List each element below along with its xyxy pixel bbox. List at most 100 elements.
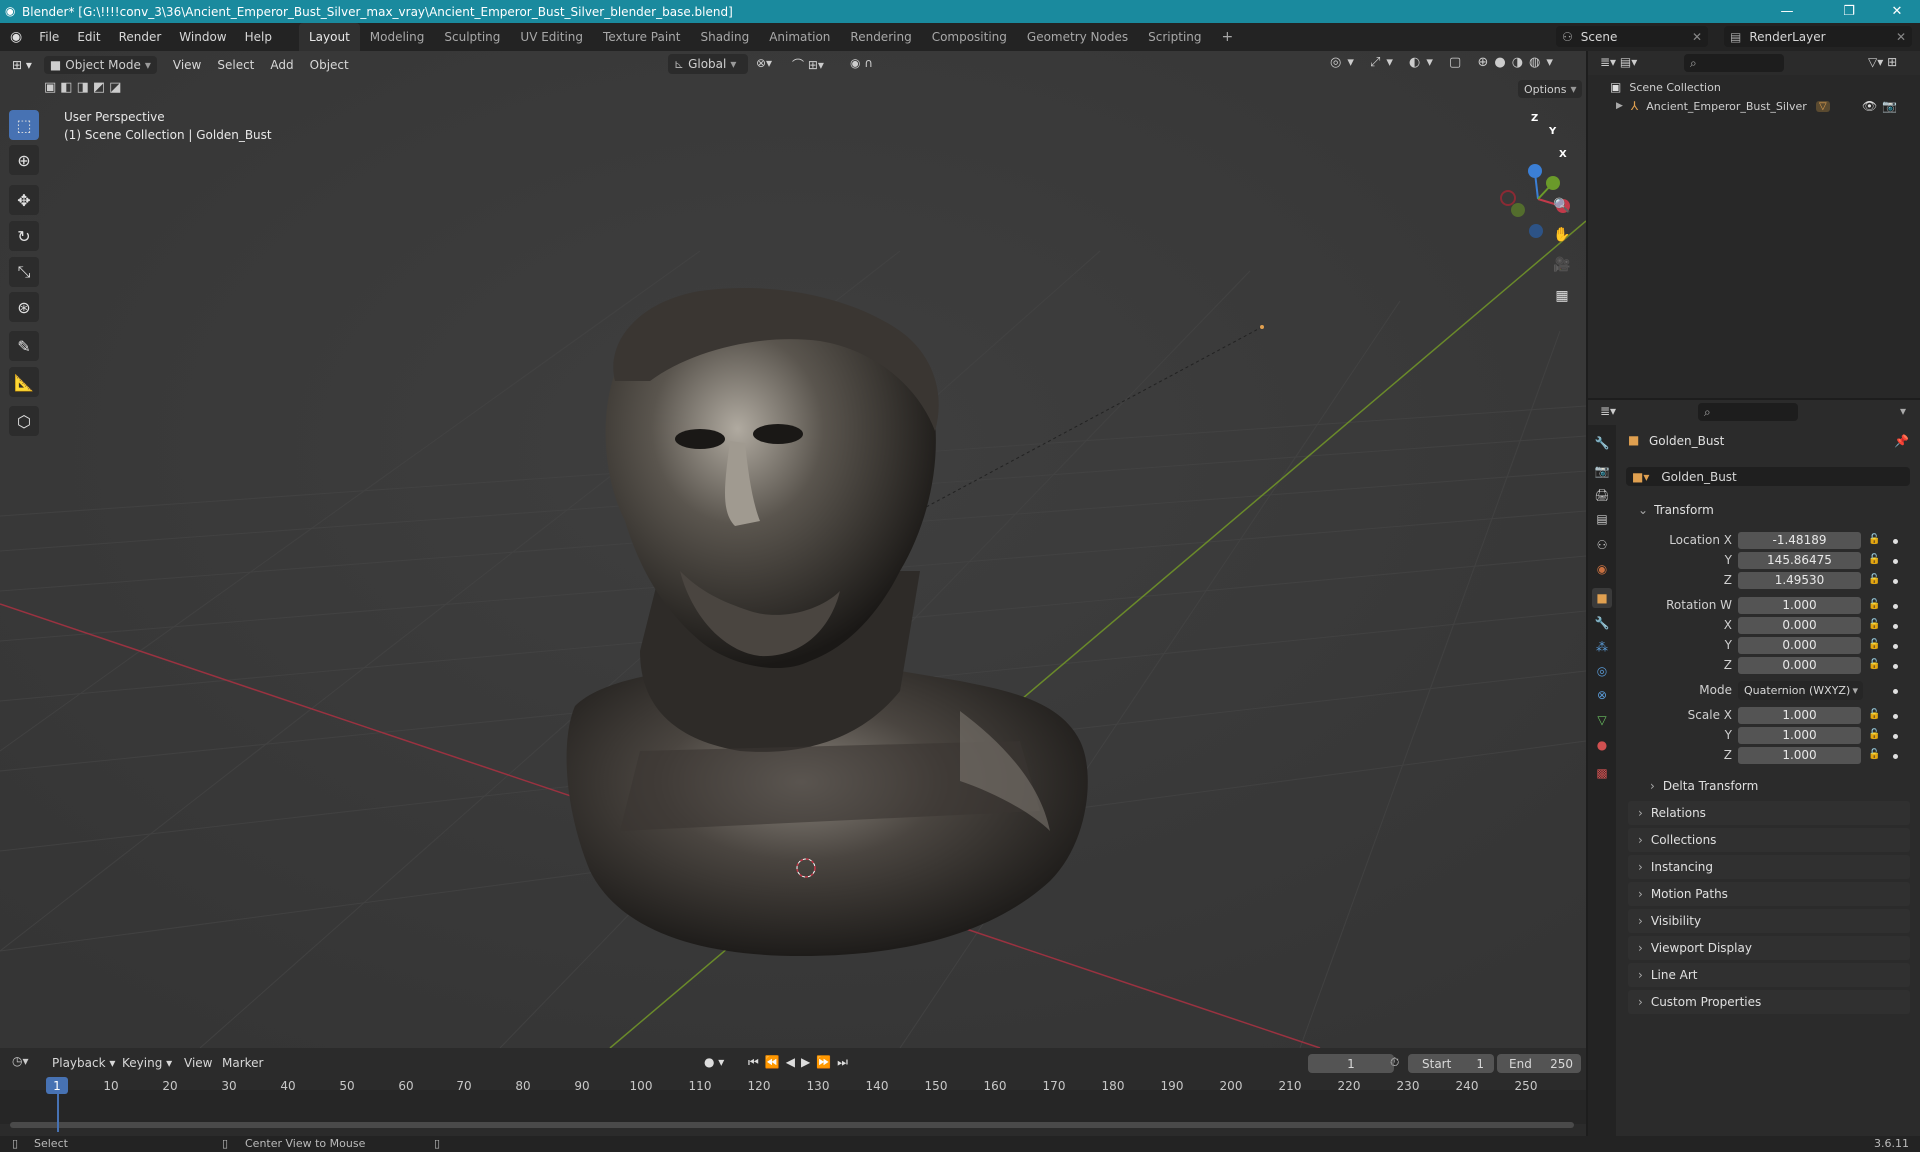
close-icon[interactable]: ✕	[1692, 30, 1702, 44]
timeline-menu-keying[interactable]: Keying ▾	[114, 1056, 180, 1070]
current-frame-field[interactable]: 1	[1308, 1054, 1394, 1073]
render-tab-icon[interactable]: 📷	[1592, 461, 1612, 481]
transform-orientation-dropdown[interactable]: ⊾ Global ▾	[668, 54, 748, 74]
pin-icon[interactable]: 📌	[1894, 434, 1909, 448]
keyframe-dot[interactable]	[1893, 734, 1898, 739]
workspace-tab-shading[interactable]: Shading	[690, 23, 759, 51]
lock-icon[interactable]: 🔓	[1868, 729, 1880, 741]
motion-paths-panel[interactable]: › Motion Paths	[1628, 882, 1910, 906]
texture-tab-icon[interactable]: ▩	[1592, 763, 1612, 783]
keyframe-dot[interactable]	[1893, 604, 1898, 609]
keyframe-dot[interactable]	[1893, 754, 1898, 759]
rotation-mode-dropdown[interactable]: Quaternion (WXYZ) ▾	[1738, 681, 1863, 700]
menu-help[interactable]: Help	[236, 23, 281, 51]
location-y-field[interactable]: 145.86475	[1738, 552, 1861, 569]
workspace-tab-compositing[interactable]: Compositing	[922, 23, 1017, 51]
timeline-menu-marker[interactable]: Marker	[214, 1056, 271, 1070]
rotation-y-field[interactable]: 0.000	[1738, 637, 1861, 654]
line-art-panel[interactable]: › Line Art	[1628, 963, 1910, 987]
lock-icon[interactable]: 🔓	[1868, 749, 1880, 761]
object-tab-icon[interactable]: ■	[1592, 588, 1612, 608]
location-x-field[interactable]: -1.48189	[1738, 532, 1861, 549]
data-tab-icon[interactable]: ▽	[1592, 710, 1612, 730]
scale-tool[interactable]: ⤡	[9, 257, 39, 287]
light-object[interactable]	[1260, 325, 1264, 329]
view-layer-selector[interactable]: ▤ RenderLayer ✕	[1724, 26, 1912, 47]
lock-icon[interactable]: 🔓	[1868, 709, 1880, 721]
viewport-display-panel[interactable]: › Viewport Display	[1628, 936, 1910, 960]
rotation-x-field[interactable]: 0.000	[1738, 617, 1861, 634]
visibility-panel[interactable]: › Visibility	[1628, 909, 1910, 933]
pan-button[interactable]: ✋	[1549, 222, 1575, 248]
filter-icon[interactable]: ▽▾ ⊞	[1868, 55, 1897, 69]
workspace-tab-scripting[interactable]: Scripting	[1138, 23, 1211, 51]
select-box-tool[interactable]: ⬚	[9, 110, 39, 140]
lock-icon[interactable]: 🔓	[1868, 599, 1880, 611]
scene-tab-icon[interactable]: ⚇	[1592, 535, 1612, 555]
properties-search-input[interactable]: ⌕	[1698, 403, 1798, 421]
workspace-tab-layout[interactable]: Layout	[298, 23, 360, 51]
workspace-tab-geometry-nodes[interactable]: Geometry Nodes	[1017, 23, 1138, 51]
keyframe-dot[interactable]	[1893, 714, 1898, 719]
menu-render[interactable]: Render	[110, 23, 171, 51]
blender-menu-icon[interactable]: ◉	[0, 29, 30, 45]
collections-panel[interactable]: › Collections	[1628, 828, 1910, 852]
workspace-tab-texture-paint[interactable]: Texture Paint	[593, 23, 690, 51]
viewport-menu-view[interactable]: View	[165, 58, 209, 72]
end-frame-field[interactable]: End 250	[1497, 1054, 1581, 1073]
pivot-point-icon[interactable]: ⊗▾	[756, 56, 772, 70]
lock-icon[interactable]: 🔓	[1868, 574, 1880, 586]
keyframe-dot[interactable]	[1893, 624, 1898, 629]
menu-file[interactable]: File	[30, 23, 68, 51]
keyframe-dot[interactable]	[1893, 644, 1898, 649]
outliner-search-input[interactable]: ⌕	[1684, 54, 1784, 72]
keyframe-dot[interactable]	[1893, 689, 1898, 694]
annotate-tool[interactable]: ✎	[9, 331, 39, 361]
scene-selector[interactable]: ⚇ Scene ✕	[1556, 26, 1708, 47]
particles-tab-icon[interactable]: ⁂	[1592, 637, 1612, 657]
lock-icon[interactable]: 🔓	[1868, 619, 1880, 631]
timeline-scrollbar[interactable]	[10, 1122, 1574, 1128]
viewport-3d[interactable]: Z X Y	[0, 51, 1586, 1048]
rotate-tool[interactable]: ↻	[9, 221, 39, 251]
keyframe-dot[interactable]	[1893, 664, 1898, 669]
object-name-field[interactable]: ■▾ Golden_Bust	[1626, 467, 1910, 486]
viewport-shading-controls[interactable]: ◎▾ ⤢▾ ◐▾ ▢ ⊕●◑◍▾	[1330, 55, 1559, 70]
constraints-tab-icon[interactable]: ⊗	[1592, 685, 1612, 705]
delta-transform-panel[interactable]: › Delta Transform	[1640, 774, 1910, 798]
keyframe-dot[interactable]	[1893, 539, 1898, 544]
workspace-tab-rendering[interactable]: Rendering	[840, 23, 921, 51]
stopwatch-icon[interactable]: ⏱	[1390, 1055, 1399, 1070]
viewport-menu-select[interactable]: Select	[209, 58, 262, 72]
eye-icon[interactable]: 👁	[1862, 99, 1877, 113]
expand-arrow-icon[interactable]: ▶	[1616, 101, 1623, 111]
viewport-canvas[interactable]	[0, 51, 1586, 1048]
lock-icon[interactable]: 🔓	[1868, 659, 1880, 671]
outliner-editor-icon[interactable]: ≣▾ ▤▾	[1600, 55, 1637, 69]
playback-controls[interactable]: ⏮⏪◀▶⏩⏭	[748, 1055, 854, 1070]
lock-icon[interactable]: 🔓	[1868, 534, 1880, 546]
workspace-tab-sculpting[interactable]: Sculpting	[434, 23, 510, 51]
properties-editor-icon[interactable]: ≣▾	[1600, 404, 1616, 418]
viewport-menu-object[interactable]: Object	[302, 58, 357, 72]
menu-window[interactable]: Window	[170, 23, 235, 51]
move-tool[interactable]: ✥	[9, 185, 39, 215]
camera-view-button[interactable]: 🎥	[1549, 252, 1575, 278]
record-button[interactable]: ● ▾	[704, 1055, 724, 1069]
proportional-edit-icon[interactable]: ◉ ∩	[850, 56, 873, 70]
tool-tab-icon[interactable]: 🔧	[1592, 433, 1612, 453]
outliner-row-scene-collection[interactable]: ▣ Scene Collection	[1610, 78, 1721, 96]
outliner[interactable]: ≣▾ ▤▾ ⌕ ▽▾ ⊞ ▣ Scene Collection ▶ ⅄ Anci…	[1588, 51, 1920, 398]
workspace-tab-animation[interactable]: Animation	[759, 23, 840, 51]
object-mode-dropdown[interactable]: ■ Object Mode ▾	[43, 55, 157, 74]
zoom-button[interactable]: 🔍	[1549, 193, 1575, 219]
modifier-icon[interactable]: ▽	[1816, 100, 1830, 112]
timeline-editor-icon[interactable]: ◷▾	[12, 1054, 29, 1068]
timeline-track-area[interactable]	[0, 1090, 1586, 1124]
selection-mode-buttons[interactable]: ▣◧◨◩◪	[44, 80, 125, 95]
menu-edit[interactable]: Edit	[68, 23, 109, 51]
close-button[interactable]: ✕	[1874, 0, 1920, 23]
close-icon[interactable]: ✕	[1896, 30, 1906, 44]
physics-tab-icon[interactable]: ◎	[1592, 661, 1612, 681]
options-button[interactable]: Options ▾	[1518, 80, 1583, 98]
